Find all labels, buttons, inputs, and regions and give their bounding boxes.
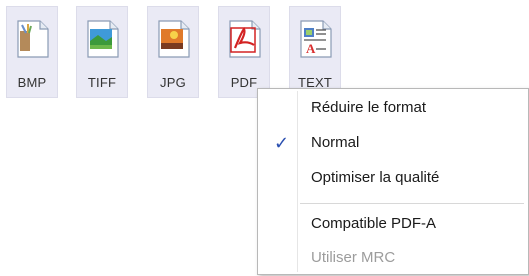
- menu-item-optimize-quality[interactable]: Optimiser la qualité: [260, 162, 526, 196]
- menu-item-label: Utiliser MRC: [311, 249, 396, 266]
- menu-separator: [300, 203, 524, 204]
- menu-item-label: Compatible PDF-A: [311, 215, 437, 232]
- checkmark-icon: ✓: [274, 133, 290, 153]
- format-label: TIFF: [87, 75, 117, 90]
- context-menu: Réduire le format ✓ Normal Optimiser la …: [257, 88, 529, 275]
- format-tile-bmp[interactable]: BMP: [6, 6, 58, 98]
- menu-item-normal[interactable]: ✓ Normal: [260, 127, 526, 161]
- format-tile-text[interactable]: A TEXT: [289, 6, 341, 98]
- svg-text:A: A: [306, 41, 316, 56]
- format-tile-tiff[interactable]: TIFF: [76, 6, 128, 98]
- text-file-icon: A: [300, 20, 332, 58]
- menu-item-use-mrc: Utiliser MRC: [260, 242, 526, 276]
- pdf-file-icon: [229, 20, 261, 58]
- format-tile-jpg[interactable]: JPG: [147, 6, 199, 98]
- menu-item-pdfa-compatible[interactable]: Compatible PDF-A: [260, 208, 526, 242]
- menu-item-label: Réduire le format: [311, 99, 427, 116]
- format-tile-pdf[interactable]: PDF: [218, 6, 270, 98]
- jpg-file-icon: [158, 20, 190, 58]
- bmp-file-icon: [17, 20, 49, 58]
- tiff-file-icon: [87, 20, 119, 58]
- menu-item-label: Optimiser la qualité: [311, 169, 440, 186]
- format-label: BMP: [17, 75, 47, 90]
- format-label: JPG: [160, 75, 186, 90]
- menu-item-reduce-size[interactable]: Réduire le format: [260, 92, 526, 126]
- menu-item-label: Normal: [311, 134, 360, 151]
